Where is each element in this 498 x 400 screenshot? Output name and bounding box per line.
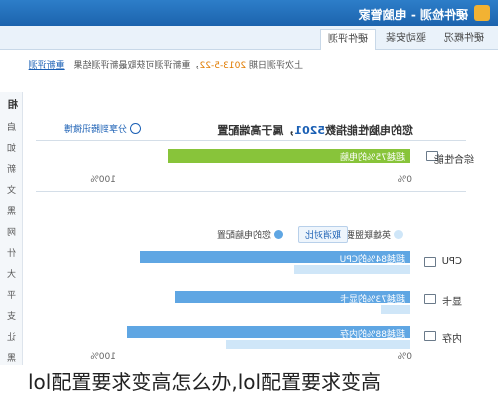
axis-zero: 0%	[397, 175, 412, 185]
memory-bar-track: 超越88%的内存	[88, 326, 410, 349]
legend-yours-label: 您的电脑配置	[216, 231, 271, 241]
bottom-axis-zero: 0%	[397, 352, 412, 362]
sidebar-item[interactable]: 黑	[7, 351, 16, 364]
legend-yours-swatch	[274, 230, 283, 239]
row-label-gpu: 显卡	[442, 297, 462, 308]
related-sidebar: 相 启 如 新 文 黑 网 什 大 平 支 让 黑	[0, 92, 23, 365]
cancel-compare-button[interactable]: 取消对比	[297, 226, 348, 243]
notice-text: ，重新评测可获取最新评测结果	[73, 61, 200, 71]
memory-bar-text: 超越88%的内存	[339, 330, 405, 340]
row-label-cpu: CPU	[441, 256, 462, 267]
window-title: 硬件检测 - 电脑管家	[358, 8, 468, 22]
cpu-required-bar	[294, 265, 410, 274]
legend-yours: 您的电脑配置	[217, 228, 283, 241]
axis-hundred: 100%	[90, 175, 116, 185]
share-label: 分享到腾讯微博	[63, 125, 127, 135]
sidebar-heading: 相	[8, 100, 18, 111]
divider	[36, 140, 466, 141]
sidebar-item[interactable]: 如	[7, 141, 16, 154]
notice-date: 2013-5-22	[199, 61, 247, 71]
last-benchmark-notice: 上次评测日期 2013-5-22，重新评测可获取最新评测结果 重新评测	[29, 58, 303, 71]
performance-score: 5201	[294, 124, 325, 137]
divider	[36, 191, 466, 192]
share-weibo-link[interactable]: 分享到腾讯微博	[64, 122, 141, 135]
cpu-bar-text: 超越84%的CPU	[339, 255, 405, 265]
performance-headline: 您的电脑性能指数5201，属于高端配置	[217, 122, 413, 138]
shield-logo-icon	[474, 5, 490, 21]
row-label-memory: 内存	[442, 334, 462, 345]
sidebar-item[interactable]: 什	[7, 246, 16, 259]
tab-hardware-benchmark[interactable]: 硬件评测	[320, 29, 376, 50]
memory-icon	[424, 331, 436, 341]
notice-prefix: 上次评测日期	[248, 61, 303, 71]
legend-required-swatch	[394, 230, 403, 239]
tab-driver-install[interactable]: 驱动安装	[378, 29, 434, 50]
image-caption: lol配置要求变高怎么办,lol配置要求变高	[0, 365, 498, 400]
sidebar-item[interactable]: 让	[7, 330, 16, 343]
title-bar: 硬件检测 - 电脑管家	[0, 0, 498, 26]
mirrored-screenshot: 硬件检测 - 电脑管家 硬件概况 驱动安装 硬件评测 上次评测日期 2013-5…	[0, 0, 498, 365]
sidebar-item[interactable]: 平	[7, 288, 16, 301]
sidebar-item[interactable]: 启	[7, 120, 16, 133]
gpu-bar-text: 超越73%的显卡	[339, 295, 405, 305]
sidebar-item[interactable]: 网	[7, 225, 16, 238]
tab-hardware-overview[interactable]: 硬件概况	[436, 29, 492, 50]
sidebar-item[interactable]: 新	[7, 162, 16, 175]
gpu-required-bar	[381, 305, 410, 314]
headline-suffix: ，属于高端配置	[217, 124, 295, 137]
sidebar-item[interactable]: 支	[7, 309, 16, 322]
cpu-bar-track: 超越84%的CPU	[88, 251, 410, 274]
gpu-bar-track: 超越73%的显卡	[88, 291, 410, 314]
gpu-icon	[424, 294, 436, 304]
bottom-axis-hundred: 100%	[90, 352, 116, 362]
sidebar-item[interactable]: 大	[7, 267, 16, 280]
headline-prefix: 您的电脑性能指数	[325, 124, 413, 137]
overall-bar-text: 超越75%的电脑	[339, 153, 405, 163]
memory-bar: 超越88%的内存	[127, 326, 410, 340]
rebenchmark-link[interactable]: 重新评测	[29, 61, 65, 71]
tab-bar: 硬件概况 驱动安装 硬件评测	[0, 26, 498, 50]
memory-required-bar	[226, 340, 410, 349]
share-icon	[130, 123, 141, 134]
gpu-bar: 超越73%的显卡	[175, 291, 410, 305]
overall-bar: 超越75%的电脑	[168, 149, 410, 163]
cpu-icon	[424, 257, 436, 267]
sidebar-item[interactable]: 黑	[7, 204, 16, 217]
overall-label: 综合性能	[434, 155, 474, 166]
sidebar-item[interactable]: 文	[7, 183, 16, 196]
overall-bar-track: 超越75%的电脑	[88, 149, 410, 163]
cpu-bar: 超越84%的CPU	[140, 251, 410, 265]
